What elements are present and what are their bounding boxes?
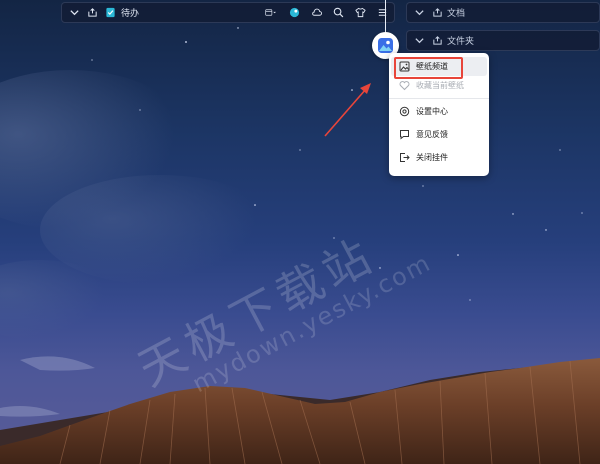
menu-item-label: 意见反馈: [416, 130, 448, 139]
panel-title: 文件夹: [447, 37, 475, 47]
todo-icon: [104, 7, 116, 19]
panel-title: 文档: [447, 9, 466, 19]
menu-divider: [389, 98, 489, 99]
feedback-icon: [399, 129, 410, 140]
menu-item-feedback[interactable]: 意见反馈: [391, 125, 487, 144]
calendar-icon[interactable]: [262, 7, 278, 19]
highlight-box: [394, 57, 463, 79]
panel-folders[interactable]: 文件夹: [406, 30, 600, 51]
menu-item-label: 收藏当前壁纸: [416, 81, 464, 90]
menu-icon[interactable]: [376, 7, 388, 19]
chevron-down-icon[interactable]: [413, 35, 425, 47]
widget-hanger-line: [385, 0, 386, 33]
todo-widget-bar: 待办: [61, 2, 395, 23]
settings-icon: [399, 106, 410, 117]
todo-bar-title: 待办: [121, 9, 140, 19]
share-icon[interactable]: [431, 7, 443, 19]
wallpaper-widget-icon: [378, 38, 393, 53]
wallpaper-landscape: [0, 27, 600, 464]
shirt-icon[interactable]: [354, 7, 366, 19]
menu-item-label: 设置中心: [416, 107, 448, 116]
chevron-down-icon[interactable]: [413, 7, 425, 19]
skin-icon[interactable]: [288, 7, 300, 19]
menu-item-label: 关闭挂件: [416, 153, 448, 162]
heart-icon: [399, 80, 410, 91]
panel-documents[interactable]: 文档: [406, 2, 600, 23]
exit-icon: [399, 152, 410, 163]
menu-item-close-widget[interactable]: 关闭挂件: [391, 148, 487, 167]
share-icon[interactable]: [86, 7, 98, 19]
search-icon[interactable]: [332, 7, 344, 19]
desktop-wallpaper: [0, 0, 600, 464]
chevron-down-icon[interactable]: [68, 7, 80, 19]
cloud-icon[interactable]: [310, 7, 322, 19]
share-icon[interactable]: [431, 35, 443, 47]
menu-item-settings[interactable]: 设置中心: [391, 102, 487, 121]
todo-bar-actions: [256, 7, 388, 19]
